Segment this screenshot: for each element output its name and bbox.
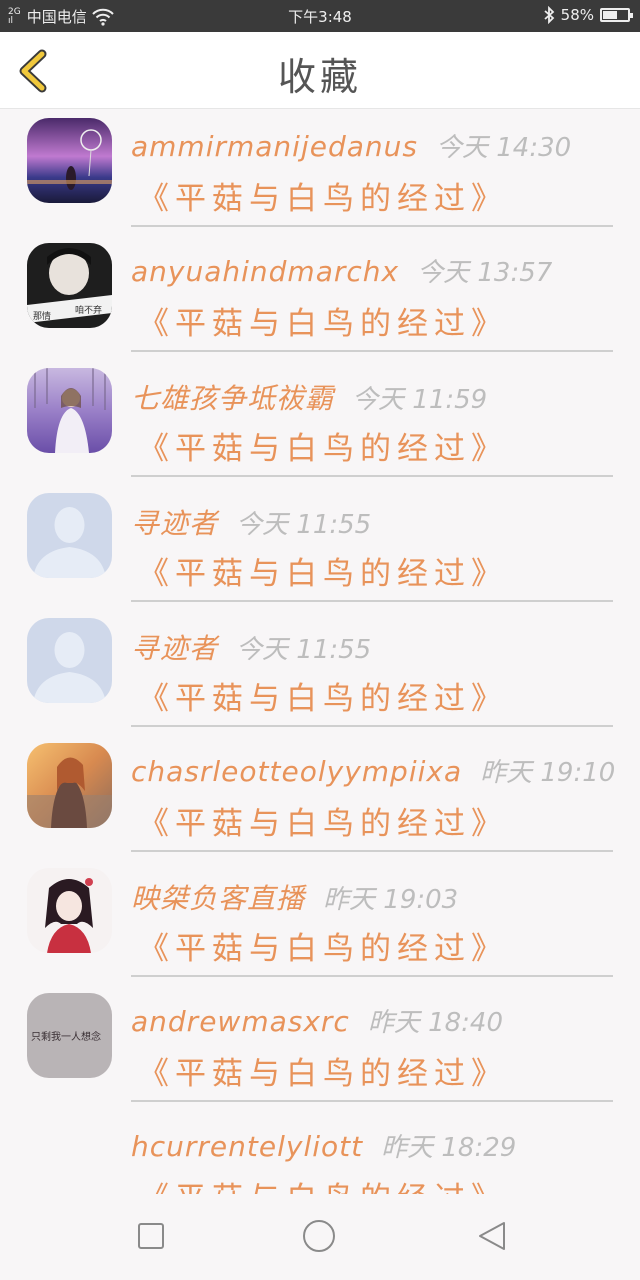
battery-level <box>603 11 617 19</box>
home-button[interactable] <box>302 1219 336 1257</box>
book-title[interactable]: 《平菇与白鸟的经过》 <box>138 798 508 843</box>
divider <box>131 225 613 227</box>
recent-apps-button[interactable] <box>137 1222 165 1254</box>
avatar[interactable] <box>27 118 112 203</box>
favorites-list[interactable]: ammirmanijedanus 今天 14:30 《平菇与白鸟的经过》 那情 咱… <box>0 109 640 1194</box>
avatar-caption: 那情 <box>33 310 51 322</box>
bluetooth-icon <box>544 6 554 24</box>
square-icon <box>138 1223 164 1249</box>
favorite-time: 昨天 18:40 <box>367 1008 504 1038</box>
book-title[interactable]: 《平菇与白鸟的经过》 <box>138 1173 508 1194</box>
divider <box>131 350 613 352</box>
avatar[interactable]: 那情 咱不弃 <box>27 243 112 328</box>
divider <box>131 475 613 477</box>
favorite-item[interactable]: ammirmanijedanus 今天 14:30 《平菇与白鸟的经过》 <box>0 109 640 234</box>
favorite-item[interactable]: hcurrentelyliott 昨天 18:29 《平菇与白鸟的经过》 <box>0 1109 640 1194</box>
default-avatar[interactable] <box>27 618 112 703</box>
favorite-item[interactable]: 映桀负客直播 昨天 19:03 《平菇与白鸟的经过》 <box>0 859 640 984</box>
book-title[interactable]: 《平菇与白鸟的经过》 <box>138 423 508 468</box>
favorite-item[interactable]: 七雄孩争坻祓霸 今天 11:59 《平菇与白鸟的经过》 <box>0 359 640 484</box>
avatar-caption: 咱不弃 <box>75 304 102 316</box>
user-name: 寻迹者 <box>131 507 219 540</box>
battery-icon <box>600 8 633 22</box>
favorite-item[interactable]: 寻迹者 今天 11:55 《平菇与白鸟的经过》 <box>0 609 640 734</box>
avatar[interactable] <box>27 868 112 953</box>
favorite-time: 今天 14:30 <box>435 133 572 163</box>
favorite-time: 昨天 19:10 <box>480 758 616 788</box>
person-icon <box>27 493 112 578</box>
avatar[interactable] <box>27 743 112 828</box>
user-name: 七雄孩争坻祓霸 <box>131 382 335 415</box>
favorite-time: 今天 13:57 <box>417 258 553 288</box>
page-title: 收藏 <box>277 55 362 99</box>
battery-percent: 58% <box>560 6 594 24</box>
system-nav-bar <box>0 1194 640 1280</box>
divider <box>131 975 613 977</box>
favorite-time: 今天 11:55 <box>236 510 372 540</box>
divider <box>131 1100 613 1102</box>
circle-icon <box>303 1220 335 1252</box>
triangle-back-icon <box>479 1222 505 1250</box>
book-title[interactable]: 《平菇与白鸟的经过》 <box>138 548 508 593</box>
favorite-time: 今天 11:55 <box>236 635 372 665</box>
default-avatar[interactable] <box>27 493 112 578</box>
divider <box>131 725 613 727</box>
user-name: chasrleotteolyympiixa <box>131 755 463 788</box>
app-header: 收藏 <box>0 32 640 109</box>
divider <box>131 600 613 602</box>
book-title[interactable]: 《平菇与白鸟的经过》 <box>138 173 508 218</box>
favorite-item[interactable]: 那情 咱不弃 anyuahindmarchx 今天 13:57 《平菇与白鸟的经过… <box>0 234 640 359</box>
user-name: hcurrentelyliott <box>131 1130 364 1163</box>
avatar[interactable] <box>27 368 112 453</box>
favorite-item[interactable]: chasrleotteolyympiixa 昨天 19:10 《平菇与白鸟的经过》 <box>0 734 640 859</box>
favorite-time: 昨天 18:29 <box>381 1133 517 1163</box>
user-name: 寻迹者 <box>131 632 219 665</box>
user-name: anyuahindmarchx <box>131 255 400 288</box>
favorite-item[interactable]: 寻迹者 今天 11:55 《平菇与白鸟的经过》 <box>0 484 640 609</box>
user-name: ammirmanijedanus <box>131 130 418 163</box>
divider <box>131 850 613 852</box>
status-bar: 2G ıl 中国电信 下午3:48 58% <box>0 0 640 32</box>
person-icon <box>27 618 112 703</box>
favorite-time: 昨天 19:03 <box>323 885 459 915</box>
avatar-caption: 只剩我一人想念 <box>31 1030 101 1043</box>
book-title[interactable]: 《平菇与白鸟的经过》 <box>138 298 508 343</box>
favorite-time: 今天 11:59 <box>352 385 488 415</box>
avatar[interactable]: 只剩我一人想念 <box>27 993 112 1078</box>
book-title[interactable]: 《平菇与白鸟的经过》 <box>138 1048 508 1093</box>
book-title[interactable]: 《平菇与白鸟的经过》 <box>138 923 508 968</box>
user-name: 映桀负客直播 <box>131 882 306 915</box>
favorite-item[interactable]: 只剩我一人想念 andrewmasxrc 昨天 18:40 《平菇与白鸟的经过》 <box>0 984 640 1109</box>
user-name: andrewmasxrc <box>131 1005 350 1038</box>
book-title[interactable]: 《平菇与白鸟的经过》 <box>138 673 508 718</box>
nav-back-button[interactable] <box>476 1220 508 1256</box>
